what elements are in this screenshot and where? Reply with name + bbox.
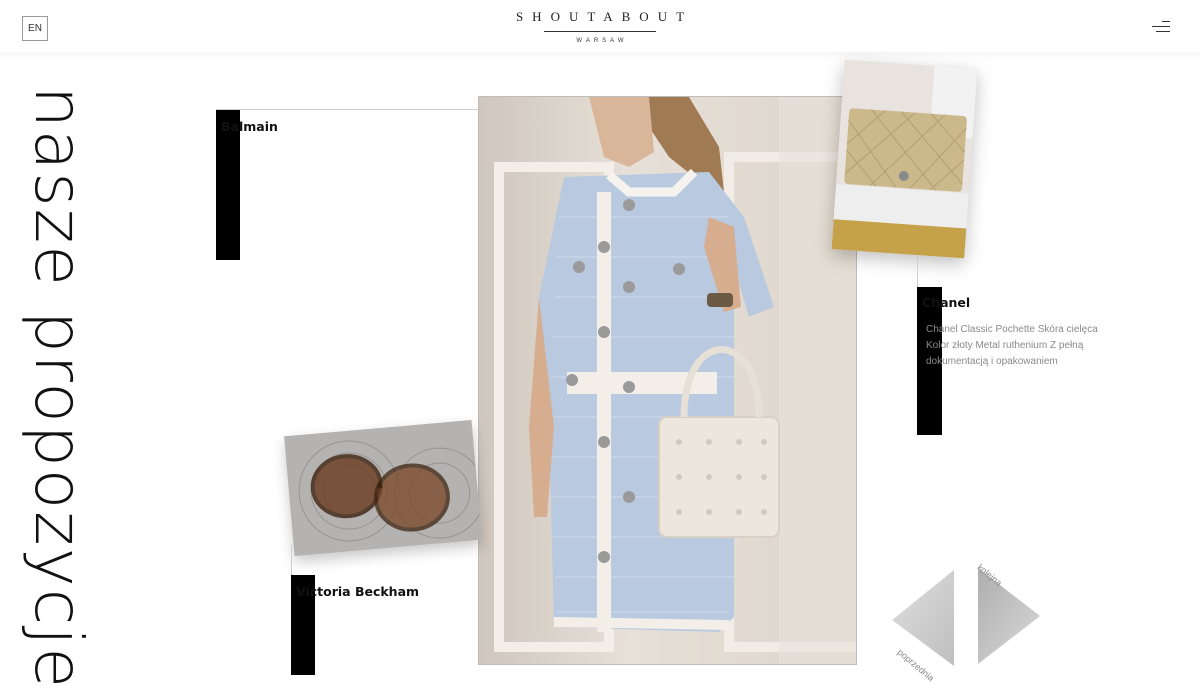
logo-name: SHOUTABOUT: [515, 9, 694, 24]
page-title-vertical: nasze propozycje: [20, 85, 97, 690]
brand-label-victoria-beckham[interactable]: Victoria Beckham: [296, 584, 419, 599]
site-logo[interactable]: SHOUTABOUT WARSAW: [500, 8, 700, 44]
chanel-description: Chanel Classic Pochette Skóra cielęca Ko…: [926, 324, 1098, 367]
logo-divider: [544, 31, 656, 32]
chanel-connector-line: [917, 255, 918, 287]
logo-city: WARSAW: [576, 38, 628, 44]
vb-connector-line: [291, 545, 292, 575]
next-arrow-button[interactable]: [976, 566, 1042, 671]
chanel-bag-photo[interactable]: [831, 59, 978, 259]
site-header: EN SHOUTABOUT WARSAW: [0, 0, 1200, 52]
main-product-photo[interactable]: [478, 96, 857, 665]
brand-label-balmain[interactable]: Balmain: [221, 119, 278, 134]
sunglasses-photo[interactable]: [284, 420, 482, 556]
balmain-connector-line: [216, 109, 479, 110]
language-switch-button[interactable]: EN: [22, 16, 48, 41]
brand-label-chanel[interactable]: Chanel: [922, 295, 970, 310]
menu-icon[interactable]: [1150, 21, 1170, 33]
